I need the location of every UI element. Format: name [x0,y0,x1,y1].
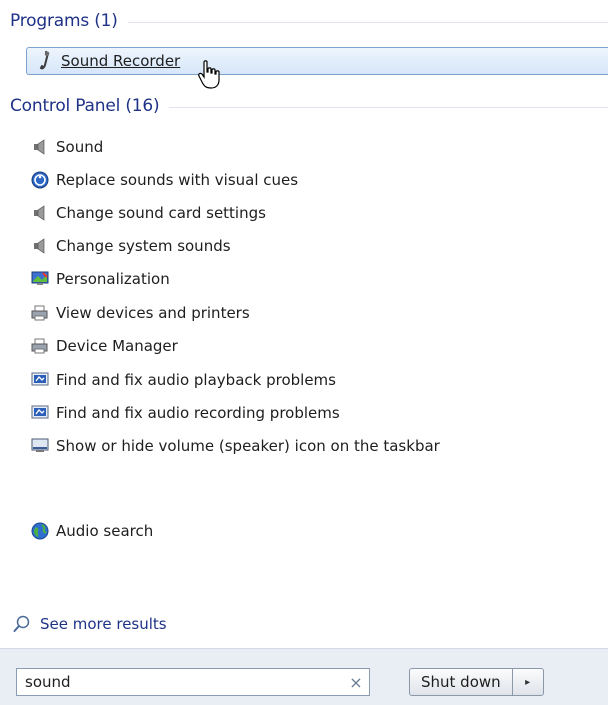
cp-item-replace-sounds[interactable]: Replace sounds with visual cues [30,165,298,195]
speaker-icon [30,236,50,256]
section-divider [169,106,608,108]
chevron-right-icon[interactable]: ▸ [511,668,544,696]
speaker-icon [30,137,50,157]
cp-item-label: Change system sounds [56,237,231,255]
see-more-label: See more results [40,615,167,633]
cp-item-label: Device Manager [56,337,178,355]
cp-item-label: Audio search [56,522,154,540]
programs-section-title: Programs (1) [10,11,118,31]
cp-item-volume-taskbar[interactable]: Show or hide volume (speaker) icon on th… [30,431,440,461]
control-panel-section-header: Control Panel (16) [10,94,608,118]
start-menu-bottom-bar: × Shut down ▸ [0,648,608,705]
cp-item-label: Replace sounds with visual cues [56,171,299,189]
cp-item-fix-playback[interactable]: Find and fix audio playback problems [30,365,336,395]
search-input[interactable] [17,673,343,691]
program-label: Sound Recorder [61,52,181,70]
personalization-icon [30,269,50,289]
cp-item-label: Personalization [56,270,170,288]
cp-item-personalization[interactable]: Personalization [30,264,170,294]
cp-item-label: Find and fix audio playback problems [56,371,336,389]
shutdown-group: Shut down ▸ [409,668,544,696]
programs-section-header: Programs (1) [10,9,608,33]
cp-item-change-system-sounds[interactable]: Change system sounds [30,231,231,261]
search-icon [12,614,32,634]
troubleshoot-icon [30,403,50,423]
cp-item-fix-recording[interactable]: Find and fix audio recording problems [30,398,340,428]
cp-item-label: Find and fix audio recording problems [56,404,340,422]
cp-item-view-devices[interactable]: View devices and printers [30,298,250,328]
control-panel-section-title: Control Panel (16) [10,96,160,116]
section-divider [127,21,608,23]
close-icon[interactable]: × [343,673,369,692]
cp-item-label: Change sound card settings [56,204,266,222]
other-item-audio-search[interactable]: Audio search [30,516,153,546]
search-box[interactable]: × [16,668,370,696]
globe-icon [30,521,50,541]
hand-cursor-icon [198,60,220,89]
see-more-results-link[interactable]: See more results [12,612,167,636]
printer-icon [30,303,50,323]
cp-item-sound[interactable]: Sound [30,132,103,162]
troubleshoot-icon [30,370,50,390]
program-item-sound-recorder[interactable]: Sound Recorder [26,47,608,75]
cp-item-label: Sound [56,138,104,156]
printer-icon [30,336,50,356]
cp-item-label: Show or hide volume (speaker) icon on th… [56,437,440,455]
ease-of-access-icon [30,170,50,190]
cp-item-label: View devices and printers [56,304,250,322]
cp-item-device-manager[interactable]: Device Manager [30,331,178,361]
shutdown-button[interactable]: Shut down [409,668,512,696]
microphone-icon [35,51,55,71]
speaker-icon [30,203,50,223]
cp-item-change-sound-card[interactable]: Change sound card settings [30,198,266,228]
taskbar-icon [30,436,50,456]
